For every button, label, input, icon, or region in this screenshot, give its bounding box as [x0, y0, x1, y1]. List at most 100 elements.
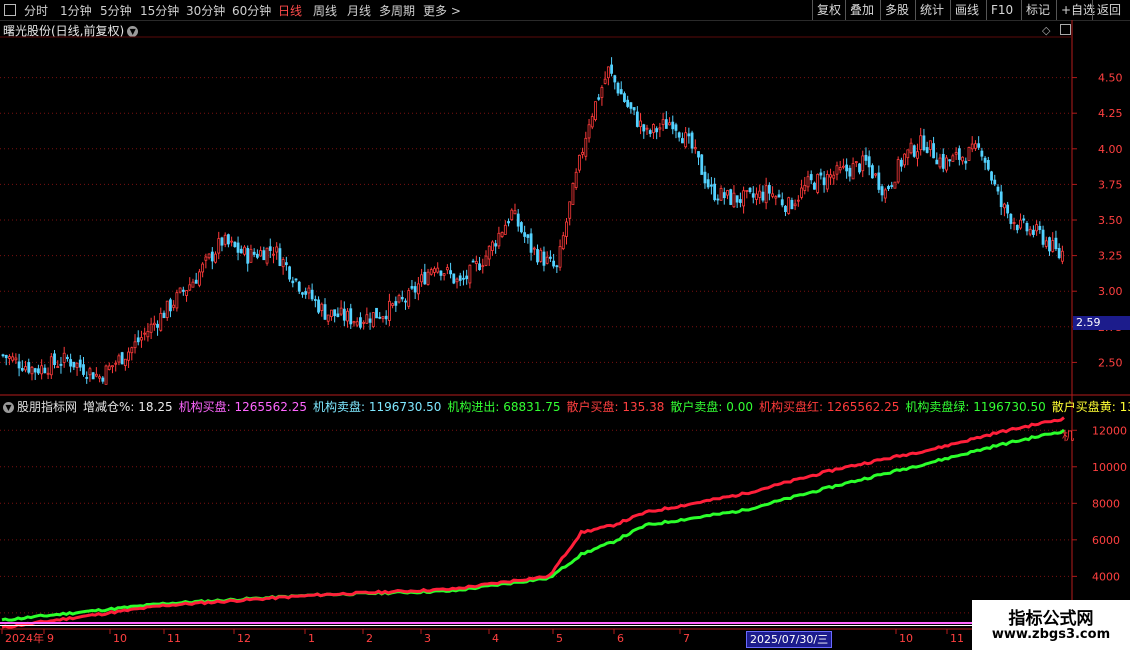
candle-body	[732, 192, 736, 208]
candle-body	[661, 119, 665, 125]
candle-body	[272, 253, 275, 256]
candle-body	[291, 280, 295, 284]
candle-body	[806, 176, 810, 188]
candle-body	[742, 190, 745, 207]
candle-body	[758, 190, 762, 198]
candle-body	[24, 366, 27, 371]
candle-body	[1028, 228, 1032, 235]
candle-body	[674, 124, 678, 131]
candle-body	[152, 322, 156, 326]
candle-body	[600, 87, 604, 98]
candle-body	[223, 234, 227, 245]
candle-body	[56, 366, 60, 368]
candle-body	[307, 287, 311, 294]
price-tick-label: 3.75	[1098, 178, 1123, 191]
candle-body	[30, 366, 34, 375]
candle-body	[381, 316, 385, 319]
candle-body	[255, 253, 259, 258]
candle-body	[243, 246, 246, 255]
candle-body	[803, 184, 807, 191]
candle-body	[127, 351, 130, 361]
candle-body	[143, 332, 147, 335]
candle-body	[1051, 240, 1055, 252]
candle-body	[394, 301, 398, 306]
candle-body	[220, 237, 224, 246]
candle-body	[162, 312, 166, 319]
candle-body	[626, 99, 630, 107]
candle-body	[648, 130, 652, 134]
candle-body	[1012, 222, 1016, 224]
candle-body	[310, 289, 314, 300]
candle-body	[919, 135, 923, 151]
candle-body	[523, 232, 527, 237]
candle-body	[703, 171, 707, 184]
price-tick-label: 3.00	[1098, 285, 1123, 298]
candle-body	[871, 165, 874, 179]
candle-body	[146, 330, 150, 338]
candle-body	[561, 235, 565, 250]
candle-body	[452, 273, 456, 284]
candle-body	[809, 174, 813, 181]
candle-body	[903, 153, 906, 166]
candle-body	[239, 248, 243, 254]
candle-body	[735, 195, 739, 203]
candle-body	[690, 132, 694, 149]
candle-body	[17, 361, 21, 369]
indicator-name: 股朋指标网	[17, 400, 78, 414]
candle-body	[262, 250, 266, 261]
candle-body	[999, 191, 1003, 208]
candle-body	[140, 337, 143, 341]
candle-body	[642, 124, 646, 132]
candle-body	[970, 143, 974, 150]
candle-body	[275, 246, 279, 253]
candle-body	[571, 183, 575, 205]
candle-body	[977, 143, 981, 148]
candle-body	[1057, 248, 1061, 259]
candle-body	[426, 271, 430, 285]
candle-body	[49, 356, 53, 376]
candle-body	[503, 224, 507, 235]
candle-body	[980, 150, 984, 157]
candle-body	[1025, 222, 1029, 232]
candle-body	[410, 286, 414, 289]
candle-body	[1, 354, 5, 357]
candle-body	[751, 193, 755, 198]
candle-body	[278, 248, 282, 266]
candle-body	[346, 310, 349, 322]
candle-body	[1003, 203, 1006, 209]
candle-body	[616, 82, 620, 94]
x-tick-label: 5	[556, 632, 563, 645]
candle-body	[123, 358, 127, 367]
candle-body	[1006, 204, 1010, 214]
candle-body	[606, 66, 610, 79]
candle-body	[964, 160, 968, 164]
candle-body	[771, 193, 774, 197]
candle-body	[896, 159, 900, 183]
candle-body	[317, 299, 320, 313]
candle-body	[555, 265, 559, 268]
candle-body	[420, 274, 424, 283]
candle-body	[297, 281, 301, 292]
candle-body	[252, 251, 256, 255]
candle-body	[784, 205, 787, 212]
candle-body	[774, 196, 778, 199]
candle-body	[861, 155, 865, 172]
candle-body	[623, 93, 626, 102]
candle-body	[375, 307, 378, 319]
candle-body	[458, 275, 462, 281]
candle-body	[549, 256, 552, 259]
candle-body	[301, 292, 304, 295]
candle-body	[169, 299, 172, 312]
candle-body	[510, 209, 514, 221]
watermark-title: 指标公式网	[1008, 609, 1094, 629]
candle-body	[854, 161, 858, 163]
candle-body	[858, 163, 861, 173]
candle-body	[233, 241, 237, 247]
candle-body	[761, 191, 765, 201]
chart-canvas: 4.504.254.003.753.503.253.002.752.501200…	[0, 20, 1130, 645]
candle-body	[845, 164, 849, 172]
candle-body	[796, 199, 800, 202]
candle-body	[107, 365, 111, 370]
chevron-down-icon[interactable]: ▼	[3, 402, 14, 413]
candle-body	[829, 174, 832, 178]
